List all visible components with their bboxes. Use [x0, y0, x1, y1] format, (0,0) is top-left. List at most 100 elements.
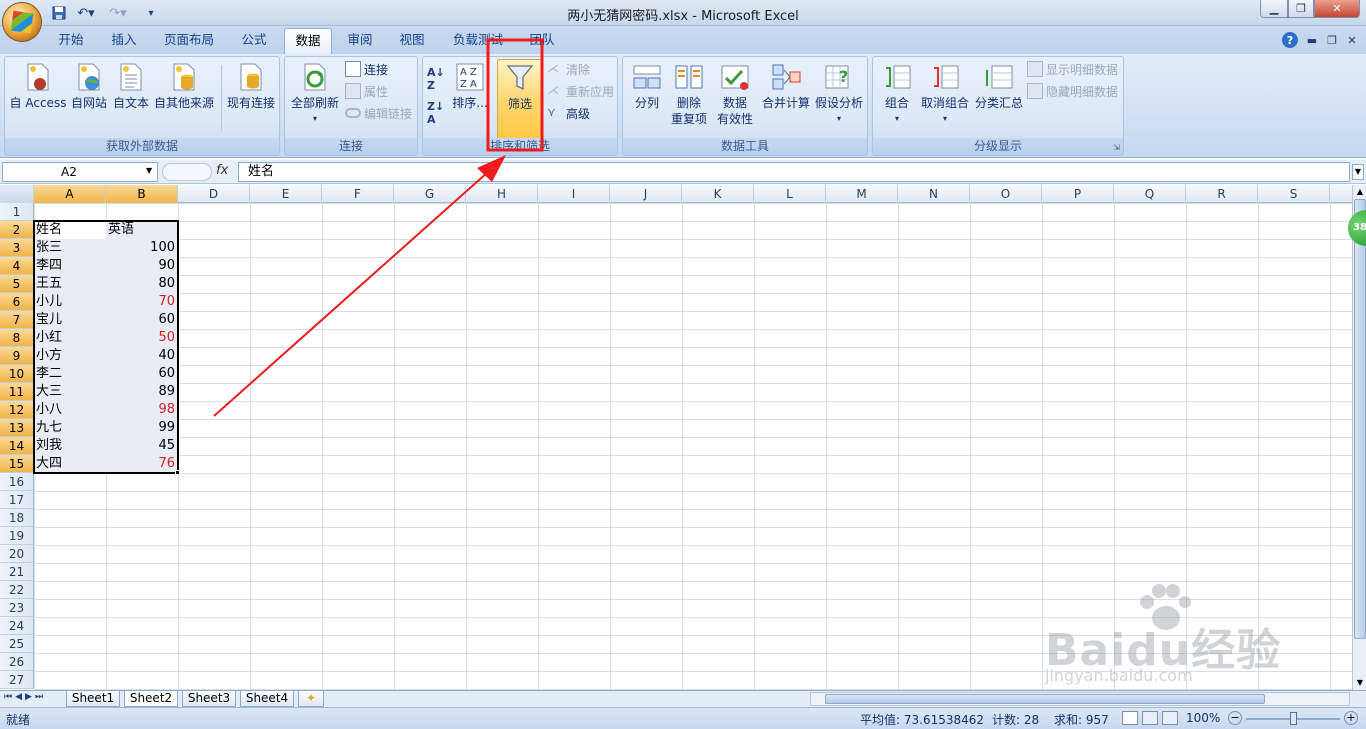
- properties-button[interactable]: 属性: [345, 81, 388, 101]
- row-header[interactable]: 3: [0, 239, 34, 257]
- sheet-tab-1[interactable]: Sheet1: [66, 691, 120, 707]
- column-header-o[interactable]: O: [970, 185, 1042, 203]
- row-header[interactable]: 9: [0, 347, 34, 365]
- insert-function-icon[interactable]: fx: [216, 163, 228, 178]
- zoom-slider-thumb[interactable]: [1290, 712, 1297, 725]
- normal-view-icon[interactable]: [1122, 711, 1138, 725]
- row-header[interactable]: 8: [0, 329, 34, 347]
- advanced-filter-button[interactable]: ⋎ 高级: [547, 103, 590, 123]
- tab-load-test[interactable]: 负载测试: [446, 28, 510, 54]
- row-header[interactable]: 25: [0, 635, 34, 653]
- column-header-j[interactable]: J: [610, 185, 682, 203]
- row-header[interactable]: 16: [0, 473, 34, 491]
- existing-connections-button[interactable]: 现有连接: [225, 59, 277, 135]
- zoom-in-icon[interactable]: +: [1344, 711, 1358, 725]
- page-break-view-icon[interactable]: [1162, 711, 1178, 725]
- row-header[interactable]: 15: [0, 455, 34, 473]
- clear-filter-button[interactable]: ⋌ 清除: [547, 59, 590, 79]
- ungroup-button[interactable]: 取消组合 ▾: [917, 59, 973, 135]
- row-header[interactable]: 24: [0, 617, 34, 635]
- tab-view[interactable]: 视图: [392, 28, 432, 54]
- column-header-k[interactable]: K: [682, 185, 754, 203]
- sort-z-to-a-icon[interactable]: Z↓ A: [427, 100, 444, 126]
- scroll-up-icon[interactable]: ▲: [1354, 185, 1366, 199]
- formula-bar-splitter[interactable]: [162, 163, 212, 181]
- data-validation-button[interactable]: 数据 有效性: [711, 59, 759, 135]
- column-header-l[interactable]: L: [754, 185, 826, 203]
- formula-input[interactable]: 姓名: [238, 162, 1350, 182]
- zoom-level[interactable]: 100%: [1186, 711, 1220, 725]
- show-detail-button[interactable]: 显示明细数据: [1027, 59, 1118, 79]
- edit-links-button[interactable]: 编辑链接: [345, 103, 412, 123]
- row-header[interactable]: 6: [0, 293, 34, 311]
- from-other-sources-button[interactable]: 自其他来源: [151, 59, 217, 135]
- row-header[interactable]: 18: [0, 509, 34, 527]
- row-header[interactable]: 11: [0, 383, 34, 401]
- row-header[interactable]: 13: [0, 419, 34, 437]
- ribbon-close-icon[interactable]: ✕: [1344, 31, 1360, 49]
- row-header[interactable]: 12: [0, 401, 34, 419]
- dialog-launcher-icon[interactable]: ⇲: [1113, 143, 1120, 152]
- row-header[interactable]: 5: [0, 275, 34, 293]
- minimize-button[interactable]: ▁: [1260, 0, 1288, 18]
- remove-duplicates-button[interactable]: 删除 重复项: [667, 59, 711, 135]
- group-button[interactable]: 组合 ▾: [877, 59, 917, 135]
- page-layout-view-icon[interactable]: [1142, 711, 1158, 725]
- ribbon-minimize-icon[interactable]: ▬: [1304, 31, 1320, 49]
- column-header-q[interactable]: Q: [1114, 185, 1186, 203]
- help-icon[interactable]: ?: [1282, 32, 1298, 48]
- column-header-p[interactable]: P: [1042, 185, 1114, 203]
- row-header[interactable]: 7: [0, 311, 34, 329]
- refresh-all-button[interactable]: 全部刷新 ▾: [287, 59, 343, 135]
- hide-detail-button[interactable]: 隐藏明细数据: [1027, 81, 1118, 101]
- row-header[interactable]: 1: [0, 203, 34, 221]
- select-all-corner[interactable]: [0, 185, 34, 203]
- row-header[interactable]: 10: [0, 365, 34, 383]
- zoom-out-icon[interactable]: −: [1228, 711, 1242, 725]
- from-web-button[interactable]: 自网站: [65, 59, 113, 135]
- row-header[interactable]: 17: [0, 491, 34, 509]
- horizontal-scrollbar[interactable]: [810, 692, 1350, 706]
- sheet-tab-3[interactable]: Sheet3: [182, 691, 236, 707]
- tab-home[interactable]: 开始: [50, 28, 92, 54]
- scroll-down-icon[interactable]: ▼: [1354, 676, 1366, 690]
- row-header[interactable]: 20: [0, 545, 34, 563]
- reapply-button[interactable]: ⋌ 重新应用: [547, 81, 614, 101]
- row-header[interactable]: 26: [0, 653, 34, 671]
- column-header-i[interactable]: I: [538, 185, 610, 203]
- column-header-n[interactable]: N: [898, 185, 970, 203]
- sort-a-to-z-icon[interactable]: A↓ Z: [427, 66, 445, 92]
- row-header[interactable]: 14: [0, 437, 34, 455]
- sheet-nav-icon[interactable]: ⏮◀▶⏭: [4, 692, 46, 702]
- column-header-s[interactable]: S: [1258, 185, 1330, 203]
- tab-data[interactable]: 数据: [284, 28, 332, 54]
- column-header-m[interactable]: M: [826, 185, 898, 203]
- restore-button[interactable]: ❐: [1288, 0, 1314, 18]
- expand-formula-icon[interactable]: ▼: [1352, 164, 1364, 180]
- close-button[interactable]: ✕: [1314, 0, 1360, 18]
- insert-sheet-icon[interactable]: ✦: [298, 691, 324, 707]
- horizontal-scroll-thumb[interactable]: [825, 694, 1265, 704]
- from-access-button[interactable]: 自 Access: [7, 59, 69, 135]
- tab-formulas[interactable]: 公式: [232, 28, 276, 54]
- column-header-b[interactable]: B: [106, 185, 178, 203]
- name-box[interactable]: A2: [2, 162, 158, 182]
- what-if-analysis-button[interactable]: ? 假设分析 ▾: [813, 59, 865, 135]
- consolidate-button[interactable]: 合并计算: [759, 59, 813, 135]
- subtotal-button[interactable]: 分类汇总: [973, 59, 1025, 135]
- connections-button[interactable]: 连接: [345, 59, 388, 79]
- row-header[interactable]: 2: [0, 221, 34, 239]
- sheet-tab-2[interactable]: Sheet2: [124, 691, 178, 707]
- column-header-h[interactable]: H: [466, 185, 538, 203]
- row-header[interactable]: 23: [0, 599, 34, 617]
- tab-insert[interactable]: 插入: [104, 28, 144, 54]
- row-header[interactable]: 22: [0, 581, 34, 599]
- column-header-a[interactable]: A: [34, 185, 106, 203]
- row-header[interactable]: 21: [0, 563, 34, 581]
- column-header-r[interactable]: R: [1186, 185, 1258, 203]
- tab-review[interactable]: 审阅: [340, 28, 380, 54]
- office-button[interactable]: [2, 2, 42, 42]
- name-box-dropdown-icon[interactable]: ▼: [146, 166, 152, 175]
- column-header-e[interactable]: E: [250, 185, 322, 203]
- ribbon-restore-icon[interactable]: ❐: [1324, 31, 1340, 49]
